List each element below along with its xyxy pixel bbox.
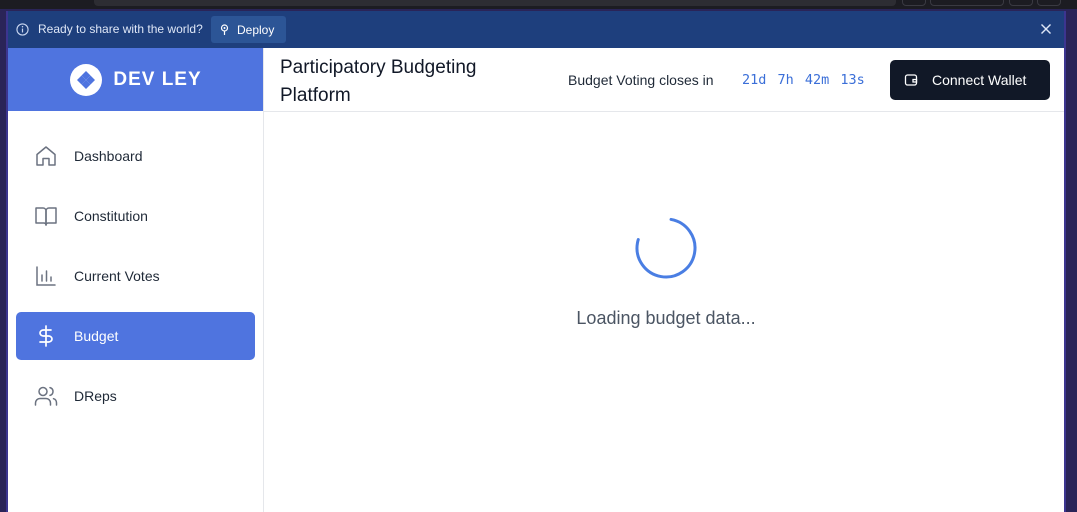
deploy-icon [220, 23, 229, 35]
home-icon [36, 146, 56, 166]
logo[interactable]: DEV LEY [8, 48, 263, 111]
sidebar: DEV LEY Dashboard Constitution Current V… [8, 48, 264, 512]
deploy-label: Deploy [237, 22, 275, 37]
sidebar-item-label: DReps [74, 388, 117, 404]
book-icon [35, 207, 57, 226]
sidebar-item-current-votes[interactable]: Current Votes [16, 252, 255, 300]
sidebar-item-dashboard[interactable]: Dashboard [16, 132, 255, 180]
sidebar-item-label: Current Votes [74, 268, 160, 284]
sidebar-item-label: Constitution [74, 208, 148, 224]
connect-wallet-button[interactable]: Connect Wallet [890, 60, 1050, 100]
banner-message: Ready to share with the world? [38, 22, 203, 36]
bar-chart-icon [36, 266, 56, 286]
info-icon [16, 23, 29, 36]
users-icon [34, 386, 58, 406]
logo-mark-icon [70, 63, 103, 96]
browser-chrome [0, 0, 1077, 9]
close-icon[interactable] [1040, 23, 1052, 35]
wallet-icon [904, 74, 918, 86]
sidebar-item-label: Dashboard [74, 148, 143, 164]
browser-button[interactable] [930, 0, 1004, 6]
sidebar-item-constitution[interactable]: Constitution [16, 192, 255, 240]
dollar-icon [39, 325, 53, 347]
voting-countdown-label: Budget Voting closes in [568, 72, 714, 88]
sidebar-nav: Dashboard Constitution Current Votes Bud… [8, 111, 263, 420]
connect-wallet-label: Connect Wallet [932, 72, 1027, 88]
browser-button[interactable] [1037, 0, 1061, 6]
sidebar-item-budget[interactable]: Budget [16, 312, 255, 360]
browser-button[interactable] [902, 0, 926, 6]
page-title: Participatory Budgeting Platform [280, 57, 477, 106]
app-frame: Ready to share with the world? Deploy DE… [6, 11, 1066, 512]
deploy-button[interactable]: Deploy [211, 16, 286, 43]
browser-button[interactable] [1009, 0, 1033, 6]
main-content: Loading budget data... [264, 112, 1064, 512]
deploy-banner: Ready to share with the world? Deploy [8, 11, 1064, 48]
address-bar[interactable] [94, 0, 896, 6]
logo-text: DEV LEY [113, 68, 202, 90]
loading-spinner-icon [635, 217, 697, 279]
sidebar-item-dreps[interactable]: DReps [16, 372, 255, 420]
page-header: Participatory Budgeting Platform Budget … [264, 48, 1064, 112]
voting-countdown: 21d 7h 42m 13s [742, 72, 865, 88]
sidebar-item-label: Budget [74, 328, 119, 344]
loading-text: Loading budget data... [576, 308, 756, 328]
